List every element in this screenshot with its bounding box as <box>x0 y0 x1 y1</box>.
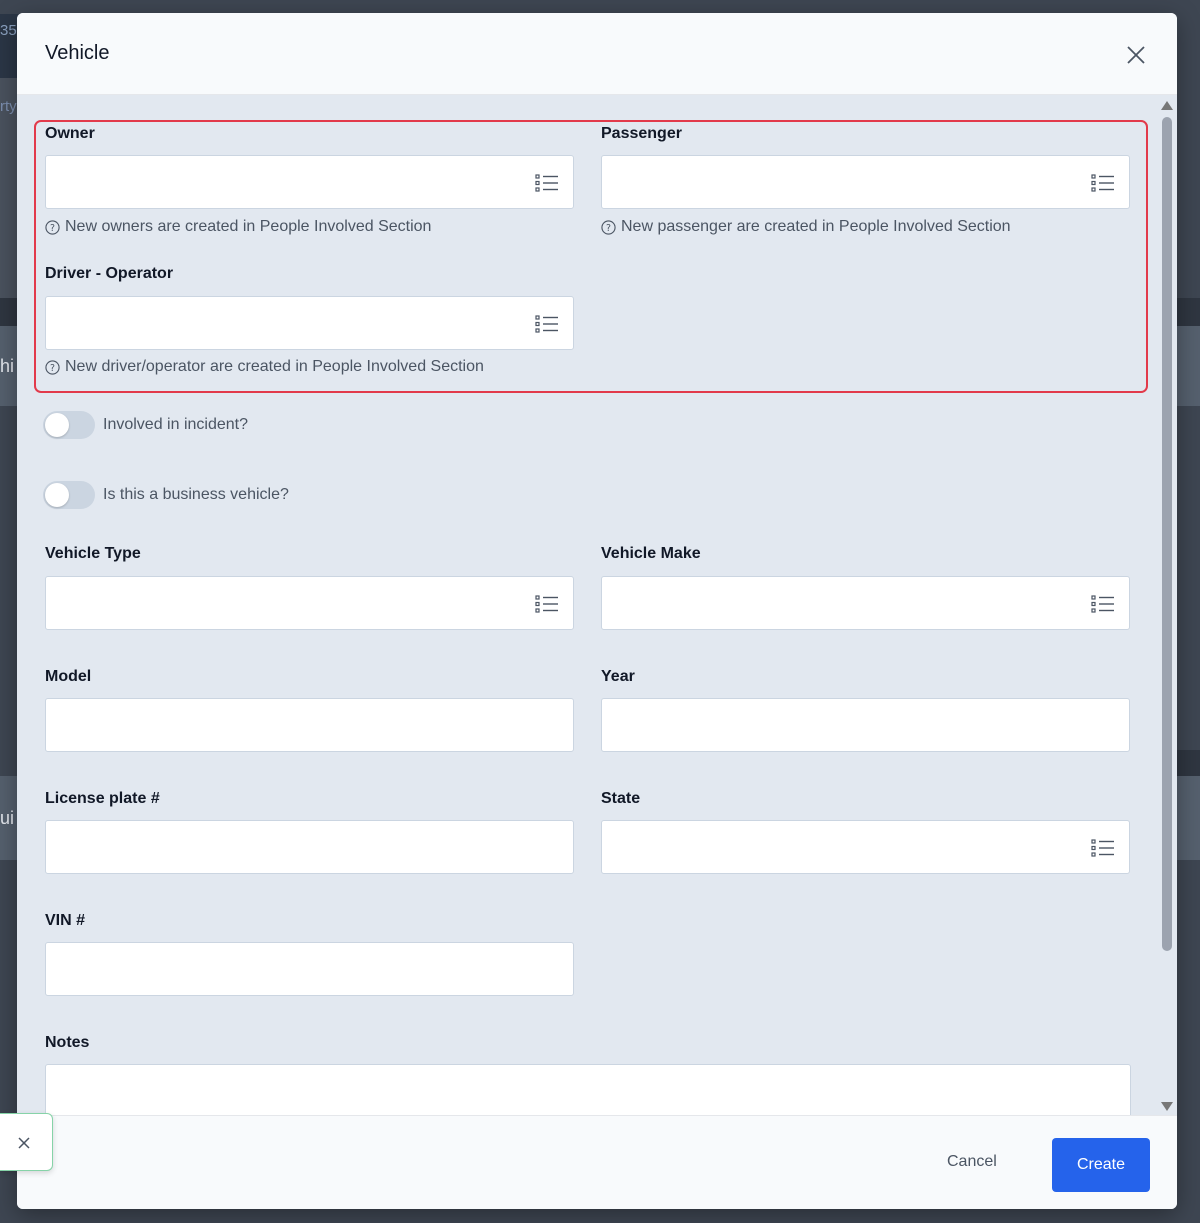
modal-title: Vehicle <box>45 42 110 64</box>
cancel-button[interactable]: Cancel <box>947 1153 997 1171</box>
owner-label: Owner <box>45 125 95 142</box>
business-toggle-row: Is this a business vehicle? <box>43 481 289 509</box>
close-icon[interactable] <box>17 1136 31 1150</box>
create-button[interactable]: Create <box>1052 1138 1150 1192</box>
year-input[interactable] <box>601 698 1130 752</box>
driver-select[interactable] <box>45 296 574 350</box>
owner-select[interactable] <box>45 155 574 209</box>
vehicle-modal: Vehicle Owner ? New owners are created i… <box>17 13 1177 1209</box>
vehicle-type-label: Vehicle Type <box>45 545 141 562</box>
involved-toggle[interactable] <box>43 411 95 439</box>
list-icon <box>535 595 558 613</box>
modal-footer: Cancel Create <box>17 1115 1177 1209</box>
involved-toggle-label: Involved in incident? <box>103 416 248 433</box>
vin-input[interactable] <box>45 942 574 996</box>
license-plate-input[interactable] <box>45 820 574 874</box>
vehicle-type-select[interactable] <box>45 576 574 630</box>
modal-scrollbar[interactable] <box>1160 99 1174 1115</box>
license-plate-label: License plate # <box>45 790 160 807</box>
model-input[interactable] <box>45 698 574 752</box>
vehicle-make-select[interactable] <box>601 576 1130 630</box>
list-icon <box>1091 839 1114 857</box>
scroll-down-arrow[interactable] <box>1161 1102 1173 1111</box>
svg-text:?: ? <box>50 362 55 373</box>
passenger-hint: ? New passenger are created in People In… <box>601 218 1011 236</box>
model-label: Model <box>45 668 92 685</box>
vehicle-make-label: Vehicle Make <box>601 545 701 562</box>
list-icon <box>535 315 558 333</box>
driver-label: Driver - Operator <box>45 265 174 282</box>
list-icon <box>1091 595 1114 613</box>
owner-hint: ? New owners are created in People Invol… <box>45 218 431 236</box>
vin-label: VIN # <box>45 912 86 929</box>
question-circle-icon: ? <box>45 359 60 375</box>
modal-header: Vehicle <box>17 13 1177 95</box>
close-icon <box>1127 46 1145 64</box>
passenger-label: Passenger <box>601 125 682 142</box>
state-label: State <box>601 790 641 807</box>
list-icon <box>1091 174 1114 192</box>
list-icon <box>535 174 558 192</box>
svg-text:?: ? <box>50 222 55 233</box>
involved-toggle-row: Involved in incident? <box>43 411 248 439</box>
passenger-select[interactable] <box>601 155 1130 209</box>
year-label: Year <box>601 668 635 685</box>
question-circle-icon: ? <box>601 219 616 235</box>
driver-hint: ? New driver/operator are created in Peo… <box>45 358 484 376</box>
scroll-up-arrow[interactable] <box>1161 101 1173 110</box>
toast-notification <box>0 1113 53 1171</box>
state-select[interactable] <box>601 820 1130 874</box>
scroll-thumb[interactable] <box>1162 117 1172 951</box>
question-circle-icon: ? <box>45 219 60 235</box>
business-toggle-label: Is this a business vehicle? <box>103 486 289 503</box>
business-toggle[interactable] <box>43 481 95 509</box>
close-button[interactable] <box>1123 43 1149 67</box>
svg-text:?: ? <box>606 222 611 233</box>
notes-label: Notes <box>45 1034 90 1051</box>
